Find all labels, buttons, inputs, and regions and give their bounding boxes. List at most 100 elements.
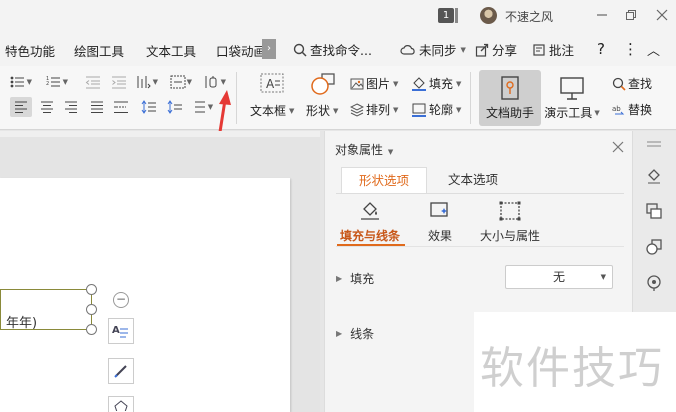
justify-button[interactable] <box>86 97 108 117</box>
location-icon <box>647 275 661 291</box>
text-style-float-button[interactable]: A <box>108 318 134 344</box>
subtab-divider <box>336 246 624 247</box>
text-orientation-icon <box>205 76 217 88</box>
textbox-label: 文本框 <box>250 104 287 118</box>
line-spacing-button[interactable] <box>138 97 160 117</box>
side-animation-button[interactable] <box>644 201 664 221</box>
watermark: 软件技巧 <box>474 312 676 412</box>
picture-icon <box>350 78 364 89</box>
svg-text:A: A <box>266 77 275 91</box>
collapse-float-toolbar-button[interactable]: − <box>113 292 129 308</box>
distribute-button[interactable] <box>110 97 132 117</box>
shape-icon-button[interactable] <box>309 72 337 96</box>
fill-section-toggle[interactable]: ▶ 填充 <box>336 270 374 287</box>
align-right-button[interactable] <box>60 97 82 117</box>
fill-type-select[interactable]: 无 ▼ <box>505 265 613 289</box>
tab-shape-options[interactable]: 形状选项 <box>341 167 427 193</box>
line-section-toggle[interactable]: ▶ 线条 <box>336 325 374 342</box>
picture-button[interactable]: 图片 ▼ <box>350 75 398 92</box>
chevron-down-icon: ▼ <box>26 78 32 86</box>
textbox-icon-button[interactable]: A <box>259 72 285 94</box>
help-button[interactable]: ? <box>597 40 605 58</box>
present-tool-label: 演示工具 <box>544 106 593 120</box>
line-spacing-icon <box>141 100 156 114</box>
svg-text:2: 2 <box>46 81 49 87</box>
side-shape-properties-button[interactable] <box>644 166 664 186</box>
tab-scroll-right-button[interactable]: › <box>262 39 276 59</box>
notification-badge[interactable]: 1 <box>438 8 454 23</box>
animation-icon <box>646 203 662 219</box>
decrease-indent-button[interactable] <box>82 72 104 92</box>
user-name[interactable]: 不速之风 <box>505 8 553 25</box>
align-text-button[interactable]: ▼ <box>170 72 192 92</box>
bullet-list-icon <box>10 76 24 88</box>
tab-text-options[interactable]: 文本选项 <box>430 167 516 193</box>
present-tool-button[interactable]: 演示工具 ▼ <box>541 70 603 126</box>
fill-type-value: 无 <box>552 270 565 284</box>
menu-lines-icon <box>647 141 661 147</box>
tab-drawing-tools[interactable]: 绘图工具 <box>74 41 124 60</box>
textbox-button[interactable]: 文本框 ▼ <box>250 102 294 119</box>
minimize-icon <box>597 14 607 16</box>
align-center-button[interactable] <box>36 97 58 117</box>
search-command-label: 查找命令... <box>310 43 372 58</box>
align-text-icon <box>170 75 186 89</box>
fill-button[interactable]: 填充 ▼ <box>411 75 461 92</box>
comment-label: 批注 <box>549 43 575 58</box>
tab-divider <box>336 193 624 194</box>
shape-button[interactable]: 形状 ▼ <box>306 102 338 119</box>
chevron-down-icon: ▼ <box>289 106 295 115</box>
expand-arrow-icon: ▶ <box>336 274 343 283</box>
tab-pocket-animation[interactable]: 口袋动画 <box>216 41 262 60</box>
doc-helper-icon <box>501 76 519 100</box>
tab-text-tools[interactable]: 文本工具 <box>146 41 196 60</box>
effects-icon <box>430 202 448 217</box>
share-button[interactable]: 分享 <box>475 40 517 59</box>
textbox-content[interactable]: 年年) <box>6 312 37 331</box>
spacing-options-button[interactable]: ▼ <box>192 97 214 117</box>
menu-tab-row: 特色功能 绘图工具 文本工具 口袋动画 › 查找命令... 未同步 ▼ 分享 批… <box>0 32 676 66</box>
chevron-down-icon: ▼ <box>333 106 339 115</box>
subtab-size-properties[interactable]: 大小与属性 <box>480 227 540 244</box>
subtab-fill-line[interactable]: 填充与线条 <box>340 227 400 244</box>
search-command[interactable]: 查找命令... <box>293 40 372 59</box>
shape-float-button[interactable] <box>108 396 134 412</box>
side-location-button[interactable] <box>644 273 664 293</box>
side-toolbar-menu-icon[interactable] <box>644 137 664 151</box>
tab-feature[interactable]: 特色功能 <box>5 41 55 60</box>
avatar[interactable] <box>480 7 497 24</box>
pen-float-button[interactable] <box>108 358 134 384</box>
restore-button[interactable] <box>619 4 643 26</box>
comment-icon <box>533 43 545 56</box>
chevron-down-icon: ▼ <box>152 78 158 86</box>
paragraph-spacing-button[interactable] <box>164 97 186 117</box>
doc-helper-button[interactable]: 文档助手 <box>479 70 541 126</box>
subtab-effects[interactable]: 效果 <box>428 227 452 244</box>
outline-button[interactable]: 轮廓 ▼ <box>411 101 461 118</box>
chevron-down-icon: ▼ <box>393 105 399 114</box>
collapse-ribbon-button[interactable]: ︿ <box>647 40 660 59</box>
increase-indent-icon <box>112 76 126 89</box>
resize-handle-right[interactable] <box>86 304 97 315</box>
side-shapes-button[interactable] <box>644 237 664 257</box>
svg-text:ab: ab <box>612 105 621 113</box>
align-left-button[interactable] <box>10 97 32 117</box>
comment-button[interactable]: 批注 <box>532 40 574 59</box>
sync-status[interactable]: 未同步 ▼ <box>400 40 466 59</box>
panel-close-button[interactable] <box>612 139 624 157</box>
bullet-list-button[interactable]: ▼ <box>10 72 32 92</box>
text-direction-button[interactable]: ▼ <box>136 72 158 92</box>
increase-indent-button[interactable] <box>108 72 130 92</box>
arrange-button[interactable]: 排列 ▼ <box>350 101 398 118</box>
resize-handle-bottom-right[interactable] <box>86 324 97 335</box>
find-button[interactable]: 查找 <box>612 75 652 92</box>
minimize-button[interactable] <box>590 4 614 26</box>
more-options-button[interactable]: ⋮ <box>623 40 638 58</box>
close-button[interactable] <box>650 4 674 26</box>
justify-icon <box>91 101 103 113</box>
replace-icon: ab <box>612 105 625 114</box>
numbered-list-button[interactable]: 12 ▼ <box>46 72 68 92</box>
replace-button[interactable]: ab 替换 <box>612 101 652 118</box>
resize-handle-top-right[interactable] <box>86 284 97 295</box>
panel-title[interactable]: 对象属性 ▼ <box>335 141 393 158</box>
